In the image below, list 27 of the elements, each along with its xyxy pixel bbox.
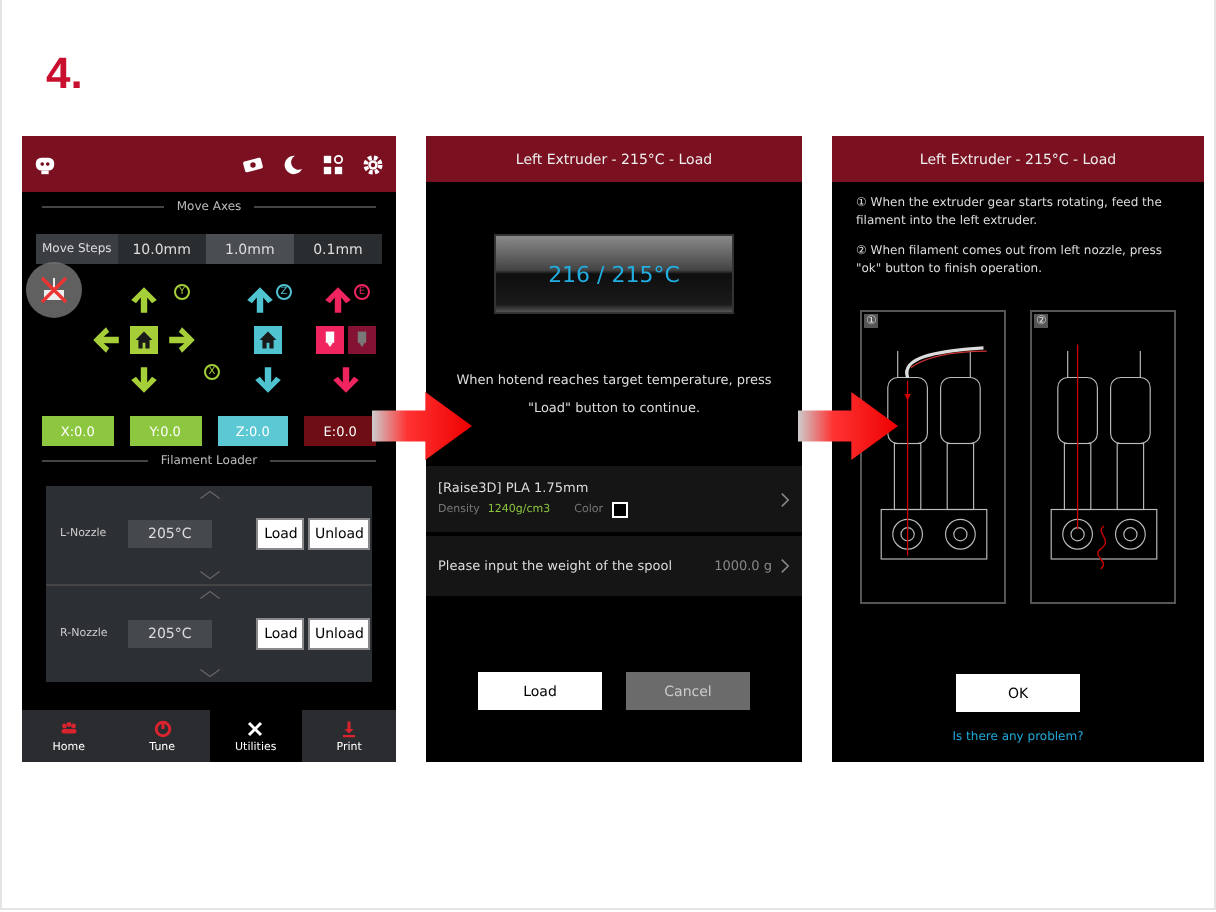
- up-arrow-button[interactable]: [322, 284, 354, 316]
- right-arrow-icon: [372, 392, 472, 460]
- tools-icon: [246, 719, 265, 737]
- step-number: 4.: [44, 46, 85, 88]
- right-arrow-button[interactable]: [166, 324, 198, 356]
- home-axis-button[interactable]: [130, 326, 158, 354]
- grid-icon[interactable]: [322, 153, 344, 175]
- settings-icon[interactable]: [362, 153, 384, 175]
- motors-off-icon: [38, 274, 70, 306]
- home-axis-button[interactable]: [254, 326, 282, 354]
- print-icon: [340, 719, 359, 737]
- down-arrow-button[interactable]: [252, 364, 284, 396]
- up-arrow-button[interactable]: [128, 284, 160, 316]
- down-arrow-button[interactable]: [330, 364, 362, 396]
- temperature-display: 216 / 215°C: [494, 234, 734, 314]
- color-swatch[interactable]: [611, 502, 628, 518]
- dial-icon: [153, 719, 172, 737]
- chevron-right-icon: [780, 491, 790, 507]
- moon-icon[interactable]: [282, 153, 304, 175]
- up-arrow-button[interactable]: [244, 284, 276, 316]
- right-arrow-icon: [798, 392, 898, 460]
- down-arrow-button[interactable]: [128, 364, 160, 396]
- robot-icon[interactable]: [34, 153, 56, 175]
- extruder-button[interactable]: [316, 326, 344, 354]
- chevron-right-icon: [780, 558, 790, 574]
- left-arrow-button[interactable]: [90, 324, 122, 356]
- people-icon: [59, 719, 78, 737]
